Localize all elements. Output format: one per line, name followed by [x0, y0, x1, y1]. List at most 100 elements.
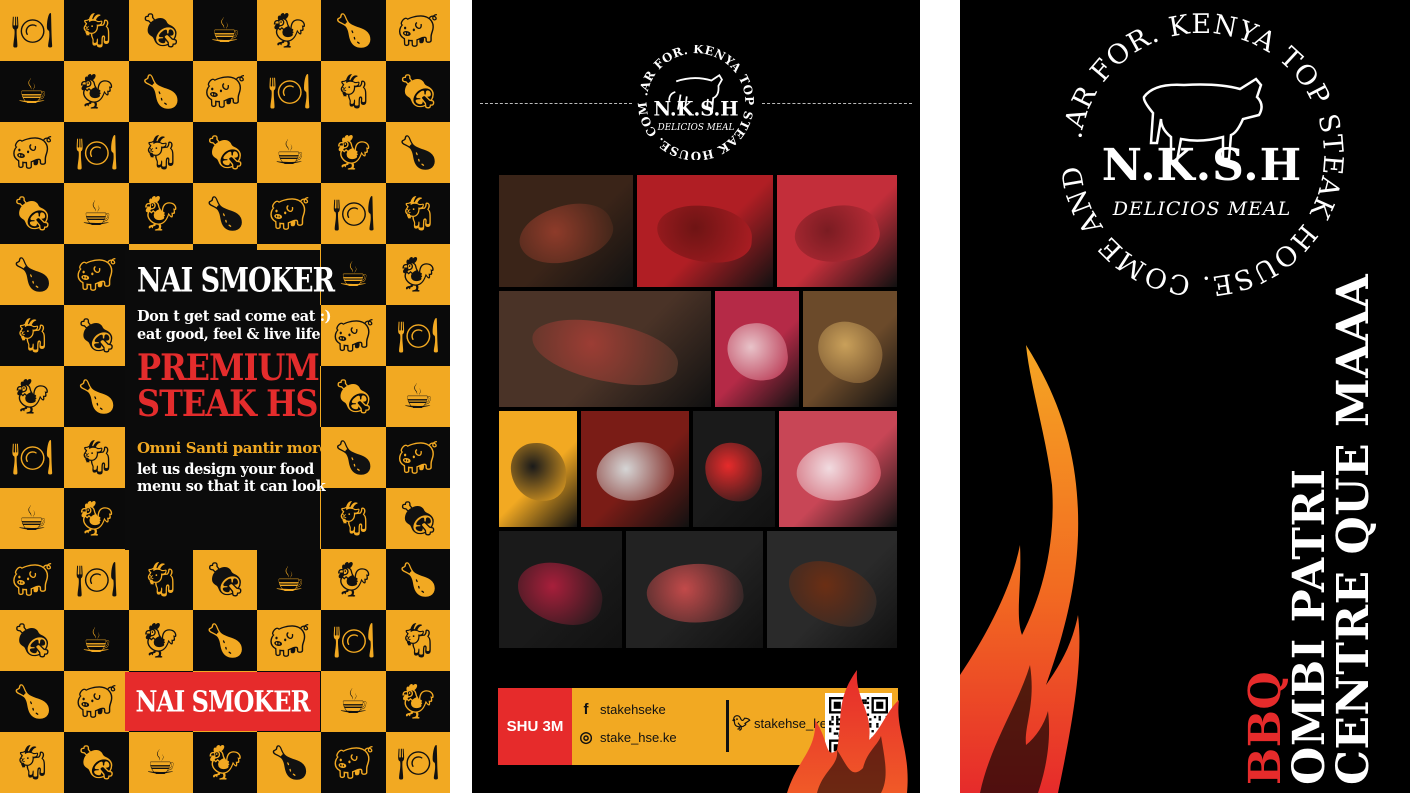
ham-icon: 🍖︎ [0, 183, 65, 244]
meat-cut-shape [703, 441, 765, 504]
pig-icon: 🐖︎ [385, 427, 450, 488]
pig-icon: 🐖︎ [321, 305, 386, 366]
twitter-icon: 🐦︎ [732, 715, 752, 732]
pig-icon: 🐖︎ [257, 183, 322, 244]
menu-line-2: eat good, feel & live life [137, 326, 321, 344]
meat-cut-shape [723, 319, 791, 386]
meat-cut-shape [791, 434, 885, 511]
small-logo: .AR FOR. KENYA TOP STEAK HOUSE. COME AND… [630, 45, 756, 160]
gravy-boat-icon: ☕︎ [257, 122, 322, 183]
goat-icon: 🐐︎ [385, 183, 450, 244]
plate-icon: 🍽︎ [385, 305, 450, 366]
roast-chicken-icon: 🍗︎ [321, 427, 386, 488]
goat-icon: 🐐︎ [385, 610, 450, 671]
plate-icon: 🍽︎ [0, 0, 65, 61]
chicken-icon: 🐓︎ [0, 366, 65, 427]
main-logo-tagline: DELICIOS MEAL [1112, 198, 1292, 220]
plate-icon: 🍽︎ [0, 427, 65, 488]
meat-cut-shape [789, 197, 885, 272]
food-photo [693, 411, 775, 527]
chicken-icon: 🐓︎ [385, 244, 450, 305]
roast-chicken-icon: 🍗︎ [64, 366, 129, 427]
ham-icon: 🍖︎ [64, 305, 129, 366]
gravy-boat-icon: ☕︎ [64, 183, 129, 244]
meat-cut-shape [509, 442, 567, 503]
instagram-handle: stake_hse.ke [600, 729, 677, 745]
food-photo [777, 175, 897, 287]
chicken-icon: 🐓︎ [321, 549, 386, 610]
chicken-icon: 🐓︎ [257, 0, 322, 61]
main-logo-name: N.K.S.H [1102, 140, 1302, 191]
chicken-icon: 🐓︎ [385, 671, 450, 732]
facebook-link[interactable]: f stakehseke [578, 701, 666, 718]
goat-icon: 🐐︎ [64, 0, 129, 61]
plate-icon: 🍽︎ [64, 549, 129, 610]
gravy-boat-icon: ☕︎ [0, 61, 65, 122]
small-logo-tagline: DELICIOS MEAL [657, 123, 735, 133]
divider-left [480, 103, 632, 104]
chicken-icon: 🐓︎ [321, 122, 386, 183]
footer-badge: NAI SMOKER [125, 672, 320, 731]
small-logo-name: N.K.S.H [653, 98, 738, 121]
goat-icon: 🐐︎ [0, 732, 65, 793]
roast-chicken-icon: 🍗︎ [385, 122, 450, 183]
pig-icon: 🐖︎ [257, 610, 322, 671]
facebook-icon: f [583, 701, 589, 718]
food-photo [626, 531, 763, 648]
roast-chicken-icon: 🍗︎ [385, 549, 450, 610]
food-photo [803, 291, 897, 407]
gravy-boat-icon: ☕︎ [257, 549, 322, 610]
ham-icon: 🍖︎ [128, 0, 193, 61]
meat-cut-shape [527, 312, 683, 393]
menu-design-page: 🍽︎ 🐐︎ 🍖︎ ☕︎ 🐓︎ 🍗︎ 🐖︎ ☕︎ 🐓︎ 🍗︎ 🐖︎ 🍽︎ 🐐︎ 🍖︎ 🐖︎ 🍽︎ 🐐︎ 🍖︎ ☕︎ 🐓︎… [0, 0, 1410, 793]
menu-line-3: let us design your food [137, 460, 314, 478]
facebook-handle: stakehseke [600, 702, 666, 717]
chicken-icon: 🐓︎ [64, 61, 129, 122]
roast-chicken-icon: 🍗︎ [192, 610, 258, 671]
instagram-link[interactable]: ◎ stake_hse.ke [578, 728, 677, 746]
gravy-boat-icon: ☕︎ [64, 610, 129, 671]
goat-icon: 🐐︎ [321, 488, 386, 549]
instagram-icon: ◎ [579, 729, 593, 746]
ham-icon: 🍖︎ [385, 488, 450, 549]
gravy-boat-icon: ☕︎ [0, 488, 65, 549]
pig-icon: 🐖︎ [192, 61, 258, 122]
premium-heading-2: STEAK HS [137, 381, 318, 426]
flame-small-icon [787, 670, 908, 793]
cover-panel: .AR FOR. KENYA TOP STEAK HOUSE. COME AND… [960, 0, 1410, 793]
meat-cut-shape [512, 192, 620, 277]
pig-icon: 🐖︎ [64, 244, 129, 305]
goat-icon: 🐐︎ [0, 305, 65, 366]
chicken-icon: 🐓︎ [128, 183, 193, 244]
gravy-boat-icon: ☕︎ [192, 0, 258, 61]
plate-icon: 🍽︎ [321, 183, 386, 244]
ham-icon: 🍖︎ [321, 366, 386, 427]
roast-chicken-icon: 🍗︎ [257, 732, 322, 793]
goat-icon: 🐐︎ [128, 122, 193, 183]
gravy-boat-icon: ☕︎ [321, 671, 386, 732]
menu-line-4: menu so that it can look [137, 478, 326, 496]
food-photo [581, 411, 689, 527]
meat-cut-shape [589, 432, 681, 513]
menu-panel: 🍽︎ 🐐︎ 🍖︎ ☕︎ 🐓︎ 🍗︎ 🐖︎ ☕︎ 🐓︎ 🍗︎ 🐖︎ 🍽︎ 🐐︎ 🍖︎ 🐖︎ 🍽︎ 🐐︎ 🍖︎ ☕︎ 🐓︎… [0, 0, 450, 793]
ham-icon: 🍖︎ [385, 61, 450, 122]
gravy-boat-icon: ☕︎ [385, 366, 450, 427]
meat-cut-shape [810, 315, 890, 389]
menu-title: NAI SMOKER [137, 261, 335, 301]
footer-badge-label: NAI SMOKER [135, 684, 310, 719]
goat-icon: 🐐︎ [128, 549, 193, 610]
ham-icon: 🍖︎ [64, 732, 129, 793]
pig-icon: 🐖︎ [321, 732, 386, 793]
chicken-icon: 🐓︎ [192, 732, 258, 793]
food-photo [779, 411, 897, 527]
roast-chicken-icon: 🍗︎ [192, 183, 258, 244]
food-photo [499, 531, 622, 648]
food-photo [637, 175, 773, 287]
roast-chicken-icon: 🍗︎ [321, 0, 386, 61]
meat-cut-shape [780, 552, 884, 634]
food-photo [499, 411, 577, 527]
chicken-icon: 🐓︎ [64, 488, 129, 549]
contact-divider [726, 700, 729, 752]
plate-icon: 🍽︎ [64, 122, 129, 183]
premium-heading-1: PREMIUM [137, 345, 320, 389]
